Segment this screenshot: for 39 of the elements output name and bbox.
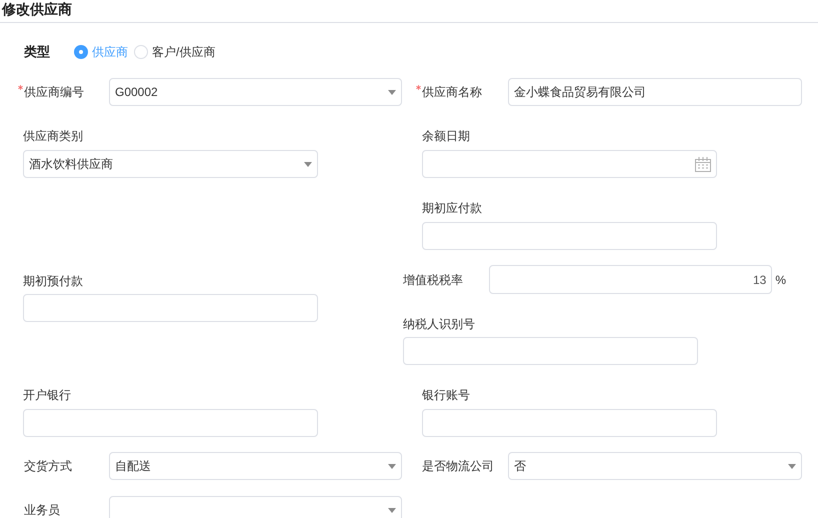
date-field[interactable] (422, 150, 717, 178)
dropdown-field[interactable]: 否 (508, 452, 802, 480)
field-label: 交货方式 (24, 458, 72, 475)
field-label: 增值税税率 (403, 272, 463, 288)
dropdown-field[interactable]: 酒水饮料供应商 (23, 150, 318, 178)
dropdown-field[interactable] (109, 496, 402, 518)
input-field[interactable] (23, 294, 318, 322)
field-label: 期初预付款 (23, 273, 83, 290)
input-field[interactable]: 13 (489, 265, 772, 294)
field-label: 是否物流公司 (422, 458, 494, 475)
caret-icon (388, 90, 396, 94)
field-label: 银行账号 (422, 387, 470, 404)
unit-label: % (775, 272, 786, 288)
radio-button[interactable] (74, 45, 88, 59)
input-field[interactable] (23, 409, 318, 437)
caret-icon (388, 508, 396, 512)
input-field[interactable]: 金小蝶食品贸易有限公司 (508, 78, 802, 106)
radio-label: 供应商 (92, 44, 128, 61)
dropdown-field[interactable]: G00002 (109, 78, 402, 106)
calendar-icon (695, 156, 711, 172)
caret-icon (788, 464, 796, 468)
field-label: 业务员 (24, 502, 60, 518)
field-label: 供应商类别 (23, 128, 83, 145)
dropdown-field[interactable]: 自配送 (109, 452, 402, 480)
input-field[interactable] (422, 409, 717, 437)
radio-button[interactable] (134, 45, 148, 59)
input-field[interactable] (422, 222, 717, 250)
field-label: 期初应付款 (422, 200, 482, 217)
field-label: 类型 (24, 43, 51, 62)
field-label: 纳税人识别号 (403, 316, 475, 333)
field-label: 供应商名称 (422, 84, 482, 101)
input-field[interactable] (403, 337, 698, 365)
radio-label: 客户/供应商 (152, 44, 216, 61)
field-label: 供应商编号 (24, 84, 84, 101)
caret-icon (304, 162, 312, 166)
caret-icon (388, 464, 396, 468)
page-title: 修改供应商 (2, 0, 72, 18)
field-label: 开户银行 (23, 387, 71, 404)
field-label: 余额日期 (422, 128, 470, 145)
